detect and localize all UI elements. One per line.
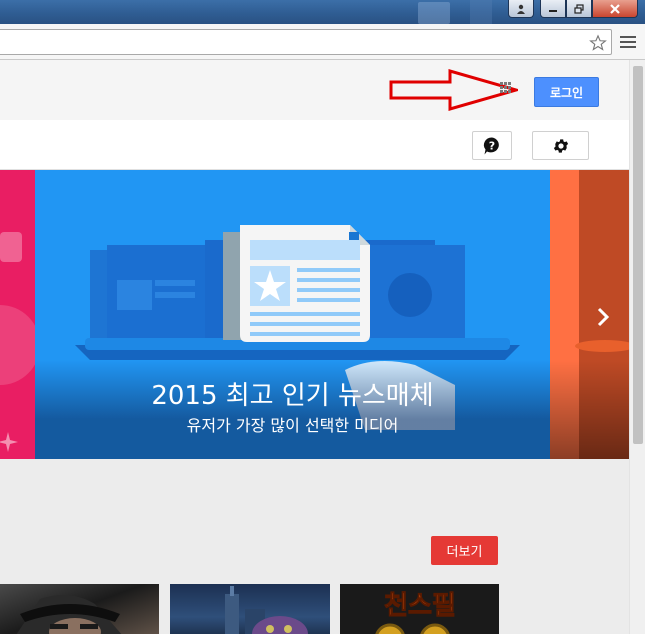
question-icon: ?: [483, 136, 499, 154]
carousel-slide-previous[interactable]: [0, 170, 35, 459]
gear-icon: [553, 138, 568, 153]
hamburger-icon-line: [620, 41, 636, 43]
more-button[interactable]: 더보기: [431, 536, 498, 565]
content-thumbnail[interactable]: [0, 584, 159, 634]
slide-shade: [550, 360, 629, 459]
slide-title: 2015 최고 인기 뉴스매체: [151, 381, 434, 411]
slide-subtitle: 유저가 가장 많이 선택한 미디어: [186, 416, 399, 435]
login-button[interactable]: 로그인: [534, 77, 599, 107]
slide-art-decoration: [0, 232, 35, 452]
sub-toolbar: ?: [0, 120, 629, 170]
bookmark-button[interactable]: [587, 32, 609, 54]
svg-text:?: ?: [489, 139, 495, 152]
hamburger-icon: [620, 36, 636, 38]
settings-button[interactable]: [532, 131, 589, 160]
restore-button[interactable]: [566, 0, 592, 18]
close-icon: [610, 3, 620, 14]
thumbnail-title: 천스필: [384, 591, 456, 621]
taskbar-glow: [470, 0, 492, 24]
window-title-bar: [0, 0, 645, 24]
page-content: 로그인 ? 2015 최고 인기 뉴스매체 유저가 가장 많이 선택한 미디어 …: [0, 60, 629, 634]
featured-carousel: 2015 최고 인기 뉴스매체 유저가 가장 많이 선택한 미디어: [0, 170, 629, 459]
restore-icon: [574, 3, 584, 14]
thumbnail-art: 천스필: [340, 584, 499, 634]
carousel-slide-active[interactable]: 2015 최고 인기 뉴스매체 유저가 가장 많이 선택한 미디어: [35, 170, 550, 459]
browser-menu-button[interactable]: [620, 36, 636, 50]
annotation-arrow-icon: [389, 69, 518, 111]
thumbnail-art: [225, 586, 308, 634]
site-header: 로그인: [0, 60, 629, 120]
address-input[interactable]: [0, 30, 575, 54]
address-bar: [0, 29, 612, 55]
browser-toolbar: [0, 24, 645, 60]
thumbnail-art: [16, 595, 122, 634]
minimize-button[interactable]: [540, 0, 566, 18]
star-icon: [589, 34, 607, 51]
chevron-right-icon: [597, 307, 610, 327]
minimize-icon: [549, 9, 557, 12]
content-thumbnail[interactable]: [170, 584, 330, 634]
content-thumbnail[interactable]: 천스필: [340, 584, 499, 634]
hamburger-icon-line: [620, 46, 636, 48]
apps-grid-icon[interactable]: [500, 82, 512, 94]
slide-art-decoration: [575, 340, 629, 352]
user-profile-button[interactable]: [508, 0, 534, 18]
carousel-next-button[interactable]: [590, 302, 616, 332]
user-icon: [517, 4, 525, 14]
page-scrollbar[interactable]: [629, 60, 645, 634]
taskbar-glow: [418, 2, 450, 24]
close-button[interactable]: [592, 0, 638, 18]
help-button[interactable]: ?: [472, 131, 512, 160]
scrollbar-thumb[interactable]: [633, 66, 643, 444]
